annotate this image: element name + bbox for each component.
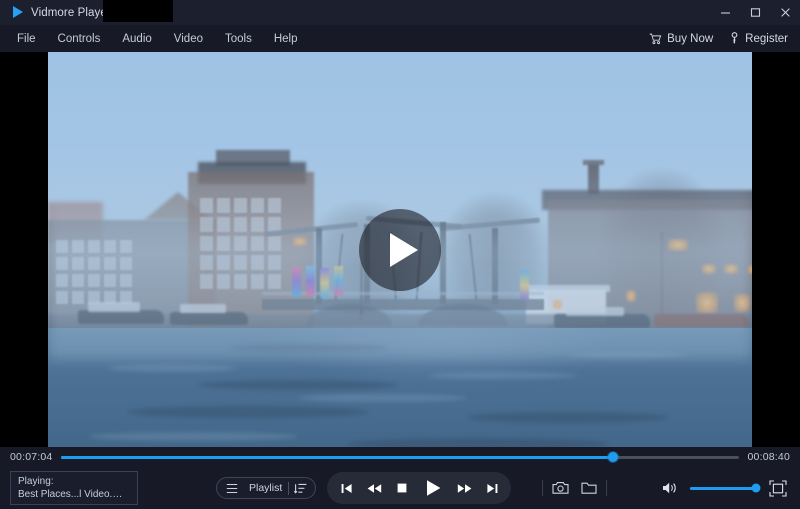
- play-button[interactable]: [417, 475, 449, 501]
- open-folder-button[interactable]: [577, 476, 601, 500]
- scene-ripple: [348, 438, 608, 447]
- rewind-button[interactable]: [361, 475, 387, 501]
- fullscreen-button[interactable]: [766, 476, 790, 500]
- volume-slider[interactable]: [690, 483, 761, 493]
- minimize-button[interactable]: [710, 0, 740, 25]
- menu-bar: File Controls Audio Video Tools Help Buy…: [0, 25, 800, 52]
- list-lines-icon[interactable]: [221, 478, 243, 498]
- capture-divider-left: [542, 480, 543, 496]
- menu-item-controls[interactable]: Controls: [47, 29, 112, 49]
- app-title: Vidmore Player: [31, 6, 111, 19]
- scene-ripple: [298, 394, 468, 402]
- scene-ripple: [128, 406, 368, 418]
- capture-divider-right: [606, 480, 607, 496]
- scene-ripple: [88, 432, 298, 441]
- seek-bar-handle[interactable]: [608, 452, 619, 462]
- close-button[interactable]: [770, 0, 800, 25]
- register-button[interactable]: Register: [729, 32, 788, 45]
- seek-bar-fill: [61, 455, 614, 459]
- playlist-label: Playlist: [249, 482, 283, 494]
- title-bar-blank-tab: [103, 0, 173, 22]
- video-surface[interactable]: [48, 52, 752, 447]
- speaker-volume-icon[interactable]: [660, 478, 680, 498]
- seek-bar[interactable]: [61, 452, 739, 462]
- capture-tools: [542, 476, 607, 500]
- snapshot-button[interactable]: [548, 476, 572, 500]
- now-playing-filename: Best Places...l Video.mp4: [18, 488, 130, 500]
- stop-button[interactable]: [389, 475, 415, 501]
- scene-ripple: [468, 412, 668, 423]
- volume-slider-fill: [690, 486, 756, 490]
- next-button[interactable]: [479, 475, 505, 501]
- app-brand: Vidmore Player: [0, 6, 111, 19]
- scene-ripple: [108, 364, 238, 372]
- menu-bar-actions: Buy Now Register: [649, 32, 800, 45]
- now-playing-status: Playing:: [18, 475, 54, 487]
- play-button-overlay-icon[interactable]: [359, 208, 441, 291]
- video-stage: [0, 52, 800, 447]
- audio-and-view-controls: [660, 476, 790, 500]
- maximize-button[interactable]: [740, 0, 770, 25]
- transport-controls: [327, 472, 511, 504]
- control-bar: Playing: Best Places...l Video.mp4 Playl…: [0, 467, 800, 509]
- previous-button[interactable]: [333, 475, 359, 501]
- volume-slider-handle[interactable]: [751, 483, 761, 493]
- scene-ripple: [198, 380, 398, 390]
- vidmore-player-window: Vidmore Player File Controls Audio Video…: [0, 0, 800, 509]
- play-triangle-logo-icon: [11, 6, 24, 19]
- now-playing-box: Playing: Best Places...l Video.mp4: [10, 471, 138, 505]
- play-triangle-icon: [390, 232, 418, 267]
- menu-item-tools[interactable]: Tools: [214, 29, 263, 49]
- scene-ripple: [428, 372, 578, 379]
- key-icon: [729, 32, 740, 45]
- fast-forward-button[interactable]: [451, 475, 477, 501]
- menu-item-help[interactable]: Help: [263, 29, 309, 49]
- sort-descending-icon[interactable]: [289, 478, 311, 498]
- register-label: Register: [745, 32, 788, 45]
- buy-now-button[interactable]: Buy Now: [649, 33, 713, 45]
- playlist-button[interactable]: Playlist: [216, 477, 317, 499]
- title-bar: Vidmore Player: [0, 0, 800, 25]
- window-controls: [710, 0, 800, 25]
- total-time-label: 00:08:40: [747, 451, 790, 463]
- menu-item-audio[interactable]: Audio: [111, 29, 162, 49]
- menu-item-file[interactable]: File: [6, 29, 47, 49]
- shopping-cart-icon: [649, 33, 662, 45]
- menu-item-video[interactable]: Video: [163, 29, 214, 49]
- current-time-label: 00:07:04: [10, 451, 53, 463]
- progress-bar-row: 00:07:04 00:08:40: [0, 447, 800, 467]
- buy-now-label: Buy Now: [667, 32, 714, 45]
